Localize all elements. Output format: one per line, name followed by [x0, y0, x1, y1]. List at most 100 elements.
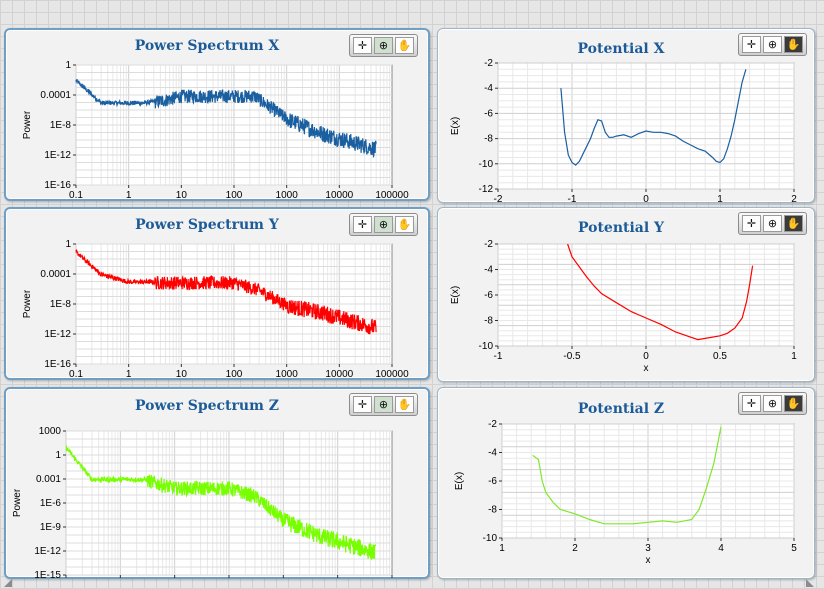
power-spectrum-z-panel: Power Spectrum Z ✛ ⊕ ✋ 0.111010010001000…	[4, 387, 430, 579]
power-spectrum-x-panel: Power Spectrum X ✛ ⊕ ✋ 0.1 1 10 100 1000 1000…	[4, 28, 430, 201]
y-tick-label: 1E-8	[50, 299, 72, 310]
potential-x-chart[interactable]: -2-1012-2-4-6-8-10-12xE(x)	[438, 53, 812, 203]
y-tick-label: 1E-8	[50, 120, 72, 131]
power-spectrum-x-chart[interactable]: 0.1 1 10 100 1000 10000 100000 1 0.0001 1E-8 1E-12…	[6, 59, 428, 199]
panel-corner-wedge	[806, 579, 814, 587]
power-spectrum-y-chart[interactable]: 0.1 1 10 100 1000 10000 100000 1 0.0001 1E-8 1E-12…	[6, 238, 428, 378]
y-tick-label: 1E-12	[44, 150, 71, 161]
x-axis-label: x	[644, 363, 649, 374]
x-tick-label: 10000	[325, 190, 353, 199]
x-tick-label: 10	[176, 190, 188, 199]
x-tick-label: 1000	[276, 190, 299, 199]
panel-corner-wedge	[4, 579, 12, 587]
zoom-icon[interactable]: ⊕	[374, 396, 393, 413]
y-axis-label: E(x)	[450, 117, 461, 135]
y-tick-label: 1E-16	[44, 359, 71, 370]
x-tick-label: 0.1	[69, 369, 83, 378]
y-tick-label: -8	[484, 316, 493, 327]
y-tick-label: -8	[488, 505, 497, 516]
x-axis-label: x	[646, 555, 651, 566]
x-tick-label: -2	[494, 194, 503, 203]
x-tick-label: -0.5	[563, 351, 581, 362]
y-tick-label: -8	[484, 134, 493, 145]
x-tick-label: 1	[791, 351, 797, 362]
pan-hand-icon[interactable]: ✋	[395, 396, 414, 413]
y-axis-label: E(x)	[450, 286, 461, 304]
potential-y-chart[interactable]: -1 -0.5 0 0.5 1 -2 -4 -6 -8 -10 x E(x)	[438, 232, 812, 382]
graph-palette: ✛ ⊕ ✋	[349, 393, 418, 416]
potential-z-panel: Potential Z ✛ ⊕ ✋ 1 2 3 4 5 -2 -4 -6 -8 -10 x E(x)	[437, 387, 815, 579]
pan-hand-icon[interactable]: ✋	[395, 216, 414, 233]
y-tick-label: -4	[484, 83, 493, 94]
cursor-icon[interactable]: ✛	[353, 37, 372, 54]
x-tick-label: -1	[568, 194, 577, 203]
y-axis-label: Power	[12, 488, 23, 517]
graph-palette: ✛ ⊕ ✋	[349, 213, 418, 236]
y-tick-label: 1E-9	[40, 522, 62, 533]
zoom-icon[interactable]: ⊕	[763, 215, 782, 232]
y-tick-label: -12	[479, 184, 494, 195]
y-axis-label: E(x)	[454, 472, 465, 490]
x-tick-label: 10	[176, 369, 188, 378]
pan-hand-icon[interactable]: ✋	[784, 215, 803, 232]
x-tick-label: 0.1	[69, 190, 83, 199]
y-tick-label: -10	[483, 533, 498, 544]
y-tick-label: 1E-12	[34, 546, 61, 557]
potential-y-panel: Potential Y ✛ ⊕ ✋ -1 -0.5 0 0.5 1 -2 -4 -6 -8 -10…	[437, 207, 815, 382]
y-tick-label: -2	[484, 58, 493, 69]
y-tick-label: -4	[484, 265, 493, 276]
y-tick-label: -6	[484, 290, 493, 301]
x-tick-label: 0	[643, 351, 649, 362]
y-tick-label: 1E-6	[40, 498, 62, 509]
y-tick-label: 0.001	[36, 474, 61, 485]
y-axis-label: Power	[22, 289, 33, 318]
x-tick-label: -1	[494, 351, 503, 362]
y-tick-label: 1	[65, 60, 71, 71]
x-tick-label: 1	[499, 543, 505, 554]
cursor-icon[interactable]: ✛	[742, 395, 761, 412]
zoom-icon[interactable]: ⊕	[763, 36, 782, 53]
x-tick-label: 3	[645, 543, 651, 554]
y-tick-label: -10	[479, 341, 494, 352]
x-tick-label: 1	[126, 369, 132, 378]
zoom-icon[interactable]: ⊕	[763, 395, 782, 412]
x-tick-label: 100000	[375, 369, 409, 378]
pan-hand-icon[interactable]: ✋	[784, 395, 803, 412]
y-tick-label: -2	[484, 239, 493, 250]
pan-hand-icon[interactable]: ✋	[784, 36, 803, 53]
power-spectrum-y-panel: Power Spectrum Y ✛ ⊕ ✋ 0.1 1 10 100 1000 1000…	[4, 207, 430, 380]
x-tick-label: 1	[717, 194, 723, 203]
y-tick-label: -6	[484, 108, 493, 119]
potential-z-chart[interactable]: 1 2 3 4 5 -2 -4 -6 -8 -10 x E(x)	[438, 412, 812, 582]
x-tick-label: 100	[226, 369, 243, 378]
power-spectrum-z-chart[interactable]: 0.1110100100010000100000100010.0011E-61E…	[6, 419, 428, 579]
y-tick-label: -2	[488, 419, 497, 430]
zoom-icon[interactable]: ⊕	[374, 37, 393, 54]
x-tick-label: 1000	[276, 369, 299, 378]
x-tick-label: 0.5	[713, 351, 727, 362]
y-tick-label: 1E-12	[44, 329, 71, 340]
y-tick-label: 1	[65, 239, 71, 250]
pan-hand-icon[interactable]: ✋	[395, 37, 414, 54]
x-tick-label: 100	[226, 190, 243, 199]
y-tick-label: -10	[479, 159, 494, 170]
x-tick-label: 0	[643, 194, 649, 203]
cursor-icon[interactable]: ✛	[742, 215, 761, 232]
y-tick-label: 1000	[39, 426, 62, 437]
cursor-icon[interactable]: ✛	[353, 216, 372, 233]
zoom-icon[interactable]: ⊕	[374, 216, 393, 233]
y-tick-label: 1E-16	[44, 180, 71, 191]
cursor-icon[interactable]: ✛	[353, 396, 372, 413]
y-tick-label: 1E-15	[34, 570, 61, 579]
y-tick-label: -6	[488, 476, 497, 487]
x-tick-label: 4	[718, 543, 724, 554]
y-tick-label: 0.0001	[40, 90, 71, 101]
graph-palette: ✛ ⊕ ✋	[349, 34, 418, 57]
y-tick-label: 1	[55, 450, 61, 461]
y-tick-label: -4	[488, 448, 497, 459]
x-tick-label: 5	[791, 543, 797, 554]
potential-x-panel: Potential X ✛ ⊕ ✋ -2-1012-2-4-6-8-10-12x…	[437, 28, 815, 203]
cursor-icon[interactable]: ✛	[742, 36, 761, 53]
x-tick-label: 2	[572, 543, 578, 554]
y-tick-label: 0.0001	[40, 269, 71, 280]
